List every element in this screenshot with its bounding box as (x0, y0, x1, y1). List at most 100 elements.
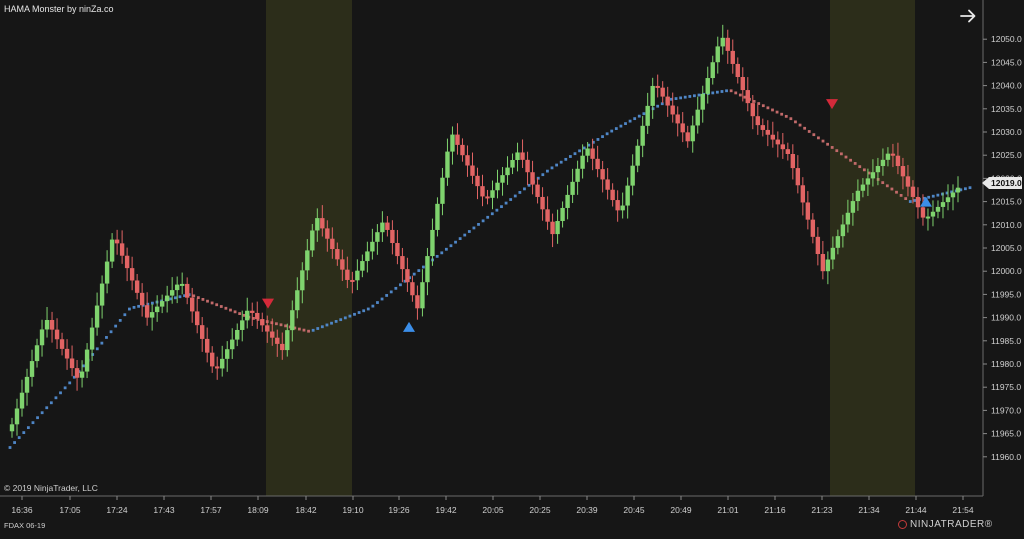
hama-dot (54, 396, 58, 400)
hama-dot (458, 237, 462, 241)
hama-dot (45, 406, 49, 410)
ninjatrader-logo: NINJATRADER® (898, 519, 993, 530)
candle-body (200, 325, 205, 339)
hama-dot (624, 122, 627, 126)
hama-dot (771, 108, 774, 112)
candle (59, 332, 65, 356)
candle-body (475, 175, 480, 187)
hama-dot (118, 318, 122, 322)
candle-body (355, 270, 360, 281)
candle (700, 85, 705, 123)
candle-body (114, 239, 120, 244)
hama-dot (490, 212, 494, 216)
hama-dot (683, 95, 687, 99)
price-axis[interactable]: 12050.0 12045.0 12040.0 12035.0 12030.0 12025… (982, 0, 1022, 496)
candle-body (700, 93, 705, 110)
hama-dot (826, 142, 830, 146)
candle-body (580, 155, 585, 169)
price-tick-label: 12045.0 (991, 57, 1022, 67)
candle-body (465, 155, 470, 166)
time-axis[interactable]: 16:36 17:05 17:24 17:43 17:57 18:09 18:42 19:10… (0, 495, 983, 515)
navigate-button[interactable] (958, 6, 978, 26)
hama-dot (904, 197, 908, 201)
candle (510, 153, 515, 175)
time-tick-label: 17:05 (59, 505, 81, 515)
candle-body (865, 178, 871, 185)
candle (500, 167, 505, 196)
candle (690, 115, 695, 153)
candle (215, 356, 220, 380)
instrument-label: FDAX 06-19 (4, 521, 46, 530)
hama-dot (311, 328, 315, 332)
hama-dot (500, 205, 503, 209)
candle-body (840, 224, 846, 237)
candle (19, 379, 25, 417)
candle (355, 259, 360, 291)
hama-dot (17, 436, 21, 439)
candle-body (164, 295, 170, 302)
hama-dot (798, 123, 802, 127)
candle-body (54, 329, 60, 340)
highlight-zone-1 (830, 0, 915, 496)
hama-dot (656, 104, 660, 108)
candle-body (210, 352, 215, 367)
candle-body (710, 62, 715, 79)
hama-dot (725, 89, 728, 93)
candle (720, 24, 725, 55)
candle (625, 177, 630, 219)
price-chart[interactable]: 12050.0 12045.0 12040.0 12035.0 12030.0 12025… (0, 0, 1024, 534)
hama-dot (238, 312, 242, 316)
candle-body (585, 148, 590, 156)
candle (610, 183, 615, 207)
candle (64, 339, 70, 370)
candle-body (670, 105, 675, 115)
price-tick-label: 11960.0 (991, 452, 1021, 462)
hama-dot (454, 240, 457, 244)
hama-dot (968, 186, 972, 190)
hama-dot (201, 297, 205, 301)
hama-dot (13, 441, 16, 444)
candle-body (920, 207, 926, 218)
time-tick-label: 18:09 (247, 505, 269, 515)
candle (580, 144, 585, 179)
candle-body (735, 63, 740, 78)
hama-dot (100, 341, 104, 345)
candle (79, 360, 85, 388)
candle (34, 338, 40, 368)
candle-body (850, 201, 856, 213)
candle (460, 138, 465, 162)
hama-dot (178, 295, 182, 299)
candle (650, 77, 655, 119)
candle (675, 106, 680, 137)
candle-body (9, 424, 15, 432)
candle (755, 104, 760, 135)
candle-body (39, 329, 45, 346)
time-tick-label: 17:57 (200, 505, 222, 515)
candle (235, 323, 240, 347)
candle (54, 318, 60, 349)
candle-body (770, 134, 776, 140)
candle (129, 256, 135, 291)
candle-body (385, 222, 390, 230)
candle (530, 160, 535, 195)
candle-body (695, 109, 700, 126)
hama-dot (931, 194, 935, 198)
hama-dot (881, 181, 885, 185)
candle-body (895, 155, 901, 167)
candle-body (940, 202, 946, 207)
candle-body (435, 203, 440, 230)
hama-dot (472, 226, 476, 230)
candle-body (305, 250, 310, 271)
candle (805, 191, 811, 230)
candle-body (400, 256, 405, 270)
candle (39, 319, 45, 357)
candle (670, 92, 675, 123)
hama-dot (559, 160, 563, 164)
candle-body (955, 187, 961, 193)
candle-body (104, 261, 110, 284)
current-price-badge: 12019.0 (982, 177, 1022, 190)
chart-panel[interactable]: 12050.0 12045.0 12040.0 12035.0 12030.0 12025… (0, 0, 1024, 534)
hama-dot (353, 312, 356, 316)
copyright-text: © 2019 NinjaTrader, LLC (4, 483, 98, 493)
candle-body (685, 132, 690, 142)
